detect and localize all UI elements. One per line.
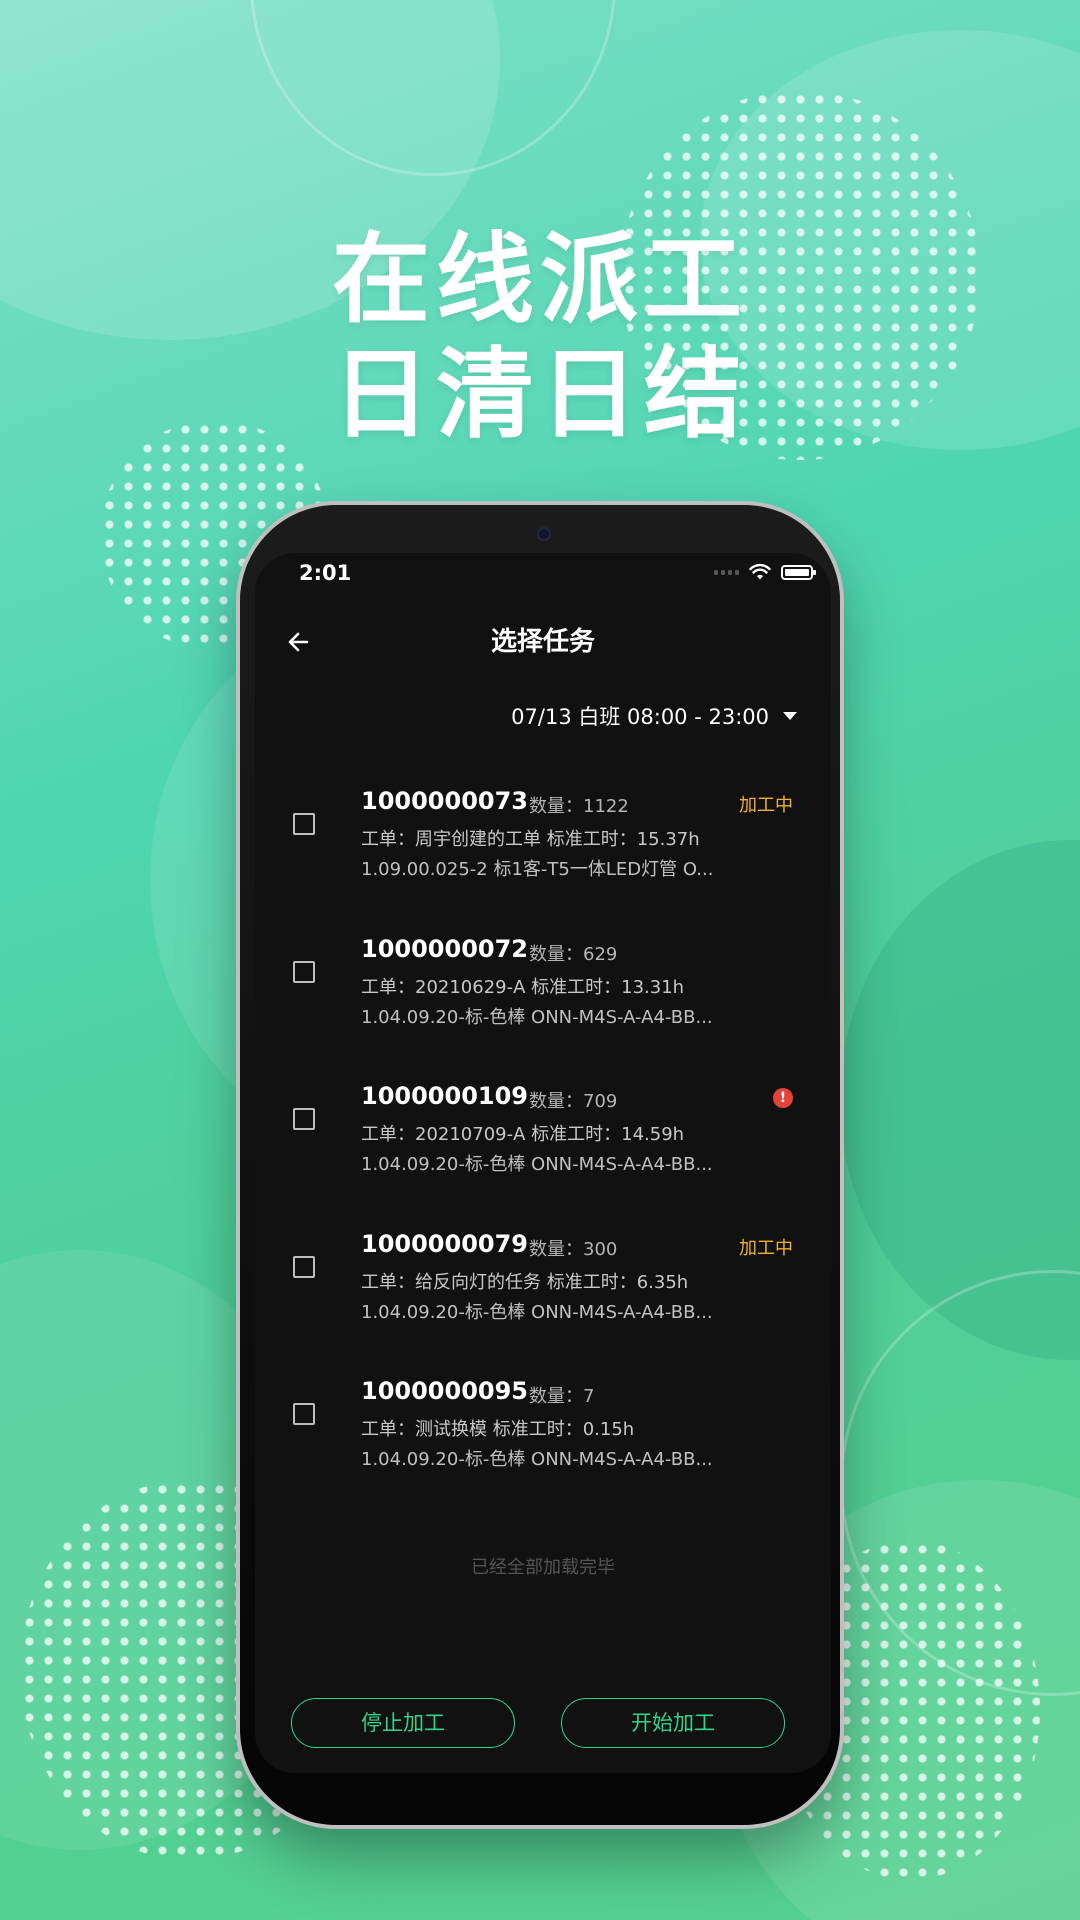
status-icons — [714, 563, 816, 581]
shift-selector[interactable]: 07/13 白班 08:00 - 23:00 — [511, 701, 797, 731]
start-processing-button[interactable]: 开始加工 — [561, 1698, 785, 1748]
shift-selector-value: 07/13 白班 08:00 - 23:00 — [511, 705, 769, 729]
task-checkbox[interactable] — [293, 813, 315, 835]
caret-down-icon — [783, 712, 797, 720]
task-item[interactable]: 1000000095 数量：7 工单：测试换模 标准工时：0.15h 1.04.… — [255, 1377, 831, 1507]
task-quantity: 数量：709 — [529, 1091, 618, 1112]
task-quantity: 数量：629 — [529, 944, 618, 965]
task-product: 1.04.09.20-标-色棒 ONN-M4S-A-A4-BB... — [361, 1302, 713, 1323]
task-work-order: 工单：20210709-A 标准工时：14.59h — [361, 1124, 685, 1145]
alert-icon[interactable]: ! — [773, 1088, 793, 1108]
task-item[interactable]: 1000000079 数量：300 加工中 工单：给反向灯的任务 标准工时：6.… — [255, 1230, 831, 1360]
status-badge: 加工中 — [739, 795, 793, 816]
front-camera — [537, 527, 551, 541]
task-id: 1000000073 — [361, 787, 528, 815]
signal-icon — [714, 569, 739, 575]
task-product: 1.09.00.025-2 标1客-T5一体LED灯管 O... — [361, 859, 714, 880]
task-product: 1.04.09.20-标-色棒 ONN-M4S-A-A4-BB... — [361, 1154, 713, 1175]
task-id: 1000000109 — [361, 1082, 528, 1110]
task-product: 1.04.09.20-标-色棒 ONN-M4S-A-A4-BB... — [361, 1449, 713, 1470]
status-badge: 加工中 — [739, 1238, 793, 1259]
wifi-icon — [749, 563, 771, 580]
page-title: 选择任务 — [490, 627, 595, 657]
task-checkbox[interactable] — [293, 1108, 315, 1130]
task-work-order: 工单：周宇创建的工单 标准工时：15.37h — [361, 829, 700, 850]
list-end-text: 已经全部加载完毕 — [471, 1557, 615, 1578]
phone-screen: 2:01 选择任务 07/13 白班 08:00 - 23:00 1000000… — [255, 553, 831, 1773]
task-id: 1000000095 — [361, 1377, 528, 1405]
task-work-order: 工单：20210629-A 标准工时：13.31h — [361, 977, 685, 998]
task-item[interactable]: 1000000109 数量：709 ! 工单：20210709-A 标准工时：1… — [255, 1082, 831, 1212]
status-time: 2:01 — [299, 561, 352, 585]
headline-line-2: 日清日结 — [331, 338, 748, 452]
task-item[interactable]: 1000000072 数量：629 工单：20210629-A 标准工时：13.… — [255, 935, 831, 1065]
stop-processing-button[interactable]: 停止加工 — [291, 1698, 515, 1748]
task-item[interactable]: 1000000073 数量：1122 加工中 工单：周宇创建的工单 标准工时：1… — [255, 787, 831, 917]
task-id: 1000000079 — [361, 1230, 528, 1258]
task-checkbox[interactable] — [293, 961, 315, 983]
task-quantity: 数量：1122 — [529, 796, 629, 817]
task-work-order: 工单：给反向灯的任务 标准工时：6.35h — [361, 1272, 689, 1293]
task-id: 1000000072 — [361, 935, 528, 963]
task-checkbox[interactable] — [293, 1256, 315, 1278]
task-product: 1.04.09.20-标-色棒 ONN-M4S-A-A4-BB... — [361, 1007, 713, 1028]
task-quantity: 数量：7 — [529, 1386, 595, 1407]
task-checkbox[interactable] — [293, 1403, 315, 1425]
task-quantity: 数量：300 — [529, 1239, 618, 1260]
task-work-order: 工单：测试换模 标准工时：0.15h — [361, 1419, 635, 1440]
battery-icon — [781, 564, 816, 580]
